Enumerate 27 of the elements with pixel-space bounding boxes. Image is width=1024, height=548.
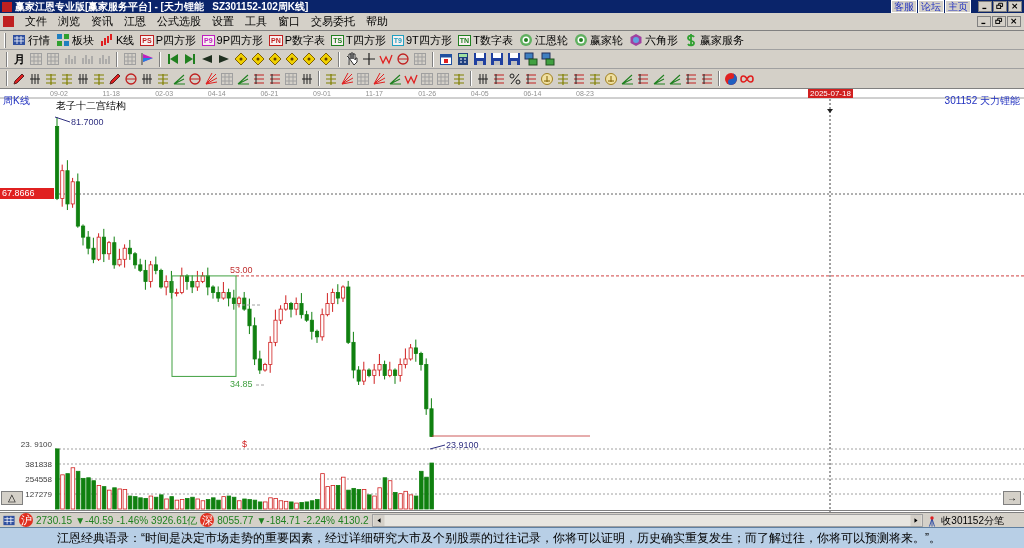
window-title: 赢家江恩专业版[赢家服务平台] - [天力锂能 SZ301152-102周K线]	[15, 1, 309, 12]
index-percent: -2.24%	[303, 513, 335, 528]
volume-tick: 254558	[25, 475, 52, 484]
quote-text: 江恩经典语录：“时间是决定市场走势的重要因素，经过详细研究大市及个别股票的过往记录，你将可以证明，历史确实重复发生；而了解过往，你将可以预测将来。”。	[57, 530, 941, 547]
receive-status: 收301152分笔	[941, 513, 1005, 528]
index-value: 2730.15	[36, 513, 73, 528]
cursor-date: 2025-07-18	[808, 89, 853, 98]
index-change: ▼-40.59	[75, 513, 114, 528]
price-label: 23.9100	[446, 440, 479, 450]
axis-label: 23. 9100	[20, 440, 52, 449]
volume-tick: 127279	[25, 490, 52, 499]
price-label: 81.7000	[71, 117, 104, 127]
index-amount: 4130.2	[337, 513, 369, 528]
index-value: 8055.77	[217, 513, 254, 528]
signal-mark: $	[242, 439, 247, 449]
chart-title: 老子十二宫结构	[56, 100, 126, 111]
price-label: 53.00	[230, 264, 253, 275]
volume-tick: 381838	[25, 460, 52, 469]
price-label: 34.85	[230, 379, 253, 390]
price-marker: 67.8666	[0, 188, 54, 199]
market-badge: 深	[200, 513, 215, 527]
stock-name: 301152 天力锂能	[944, 95, 1020, 106]
period-label: 周K线	[3, 95, 30, 106]
index-percent: -1.46%	[116, 513, 149, 528]
market-badge: 沪	[19, 513, 33, 527]
index-change: ▼-184.71	[256, 513, 301, 528]
index-amount: 3926.61亿	[151, 513, 198, 528]
